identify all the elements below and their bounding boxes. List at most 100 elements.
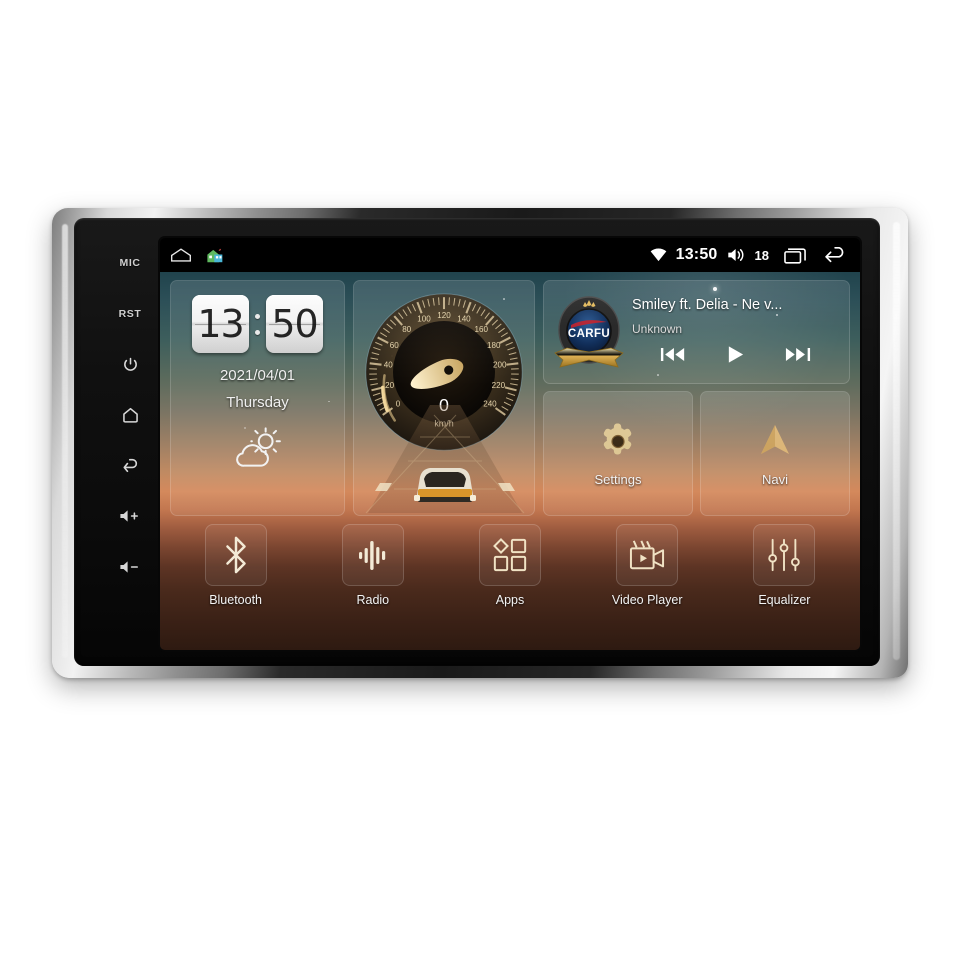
speed-tick-label: 220 (492, 381, 506, 390)
launcher-content: 13 50 2021/04/01 Thursday 0 20 40 60 80 … (160, 272, 860, 650)
navigation-arrow-icon (761, 425, 789, 454)
navi-tile[interactable]: Navi (700, 391, 850, 516)
clock-widget[interactable]: 13 50 2021/04/01 Thursday (170, 280, 345, 516)
bluetooth-label: Bluetooth (209, 593, 263, 607)
apps-grid-icon (493, 538, 527, 572)
clock-hours: 13 (192, 295, 249, 353)
navi-label: Navi (761, 472, 788, 487)
home-button[interactable] (113, 402, 147, 428)
back-button[interactable] (113, 453, 147, 479)
music-metadata: Smiley ft. Delia - Ne v... Unknown (626, 295, 839, 369)
volume-level: 18 (754, 247, 769, 263)
clock-minutes: 50 (266, 295, 323, 353)
video-camera-icon (630, 540, 665, 570)
equalizer-icon-box (753, 524, 816, 586)
volume-icon (727, 248, 744, 262)
radio-label: Radio (356, 593, 390, 607)
equalizer-label: Equalizer (758, 593, 811, 607)
speed-tick-label: 160 (475, 325, 489, 334)
album-art: CARFU (552, 290, 626, 374)
music-player-widget[interactable]: CARFU Smiley ft. Delia - Ne v... Unknown (543, 280, 850, 384)
mic-button[interactable]: MIC (113, 250, 147, 276)
radio-icon-box (341, 524, 404, 586)
dock-item-radio[interactable]: Radio (309, 524, 436, 644)
speedometer-widget[interactable]: 020406080100120140160180200220240 0 km/h (353, 280, 535, 516)
reset-button[interactable]: RST (113, 301, 147, 327)
dock-item-bluetooth[interactable]: Bluetooth (172, 524, 299, 644)
screenshot-root: MIC RST 13:50 18 13 50 2021/04/01 Thursd… (0, 0, 960, 960)
house-color-icon[interactable] (206, 247, 224, 264)
volume-up-icon (120, 510, 138, 522)
home-icon (122, 408, 138, 424)
play-button[interactable] (726, 345, 745, 369)
back-arrow-icon[interactable] (824, 246, 848, 264)
power-button[interactable] (113, 351, 147, 377)
music-controls (632, 345, 839, 369)
gear-icon (603, 423, 632, 455)
settings-tile[interactable]: Settings (543, 391, 693, 516)
status-clock: 13:50 (675, 246, 718, 263)
next-icon (785, 348, 811, 361)
power-icon (123, 357, 137, 371)
previous-track-button[interactable] (660, 346, 686, 368)
clock-hours-value: 13 (197, 302, 244, 346)
flip-clock: 13 50 (192, 295, 323, 353)
speed-tick-label: 40 (384, 361, 393, 370)
bluetooth-icon (225, 536, 246, 574)
touchscreen[interactable]: 13:50 18 13 50 2021/04/01 Thursday 0 20 … (160, 238, 860, 650)
dock-item-video-player[interactable]: Video Player (584, 524, 711, 644)
car-graphic (414, 468, 476, 502)
speed-tick-label: 120 (437, 311, 451, 320)
bluetooth-icon-box (204, 524, 267, 586)
android-status-bar: 13:50 18 (160, 238, 860, 272)
speed-tick-label: 80 (402, 325, 411, 334)
wallpaper: 13 50 2021/04/01 Thursday 0 20 40 60 80 … (160, 272, 860, 650)
volume-down-button[interactable] (113, 554, 147, 580)
home-outline-icon[interactable] (170, 247, 192, 263)
status-bar-left-icons (170, 247, 224, 264)
hardkey-column: MIC RST (107, 250, 153, 580)
app-dock: Bluetooth Radio Apps Video Player Equali… (170, 524, 850, 644)
car-head-unit: MIC RST 13:50 18 13 50 2021/04/01 Thursd… (52, 208, 908, 678)
speed-tick-label: 100 (417, 315, 431, 324)
volume-down-icon (120, 561, 138, 573)
equalizer-sliders-icon (768, 538, 801, 572)
svg-text:CARFU: CARFU (568, 328, 610, 340)
apps-icon-box (479, 524, 541, 586)
speed-tick-label: 140 (457, 315, 471, 324)
radio-wave-icon (358, 541, 385, 570)
road-animation (354, 405, 534, 515)
clock-colon (254, 313, 261, 335)
track-title: Smiley ft. Delia - Ne v... (632, 297, 783, 313)
wifi-icon (650, 248, 666, 262)
video-icon-box (616, 524, 679, 586)
speed-tick-label: 60 (390, 341, 399, 350)
settings-label: Settings (594, 472, 642, 487)
status-bar-right-icons: 13:50 18 (650, 246, 848, 264)
bezel-highlight-right (893, 222, 900, 660)
volume-up-button[interactable] (113, 503, 147, 529)
clock-minutes-value: 50 (271, 302, 318, 346)
play-icon (728, 346, 744, 363)
speed-tick-label: 180 (487, 341, 501, 350)
dock-item-apps[interactable]: Apps (446, 524, 573, 644)
next-track-button[interactable] (785, 346, 811, 368)
recents-icon[interactable] (784, 247, 807, 264)
clock-date: 2021/04/01 (219, 367, 296, 384)
clock-weekday: Thursday (226, 394, 289, 411)
carfu-logo-badge: CARFU (554, 296, 624, 368)
right-widget-column: CARFU Smiley ft. Delia - Ne v... Unknown (543, 280, 850, 516)
sun-cloud-icon (235, 427, 281, 467)
bezel-highlight-left (62, 224, 68, 658)
speed-tick-label: 20 (385, 381, 394, 390)
weather-widget[interactable] (230, 425, 286, 474)
speed-tick-label: 200 (493, 361, 507, 370)
shortcut-row: Settings Navi (543, 391, 850, 516)
video-player-label: Video Player (611, 593, 683, 607)
road-and-car-graphic (365, 405, 525, 514)
back-arrow-icon (123, 459, 137, 473)
dock-item-equalizer[interactable]: Equalizer (721, 524, 848, 644)
track-artist: Unknown (632, 322, 683, 336)
widget-row: 13 50 2021/04/01 Thursday 0 20 40 60 80 … (170, 280, 850, 516)
previous-icon (660, 348, 685, 361)
